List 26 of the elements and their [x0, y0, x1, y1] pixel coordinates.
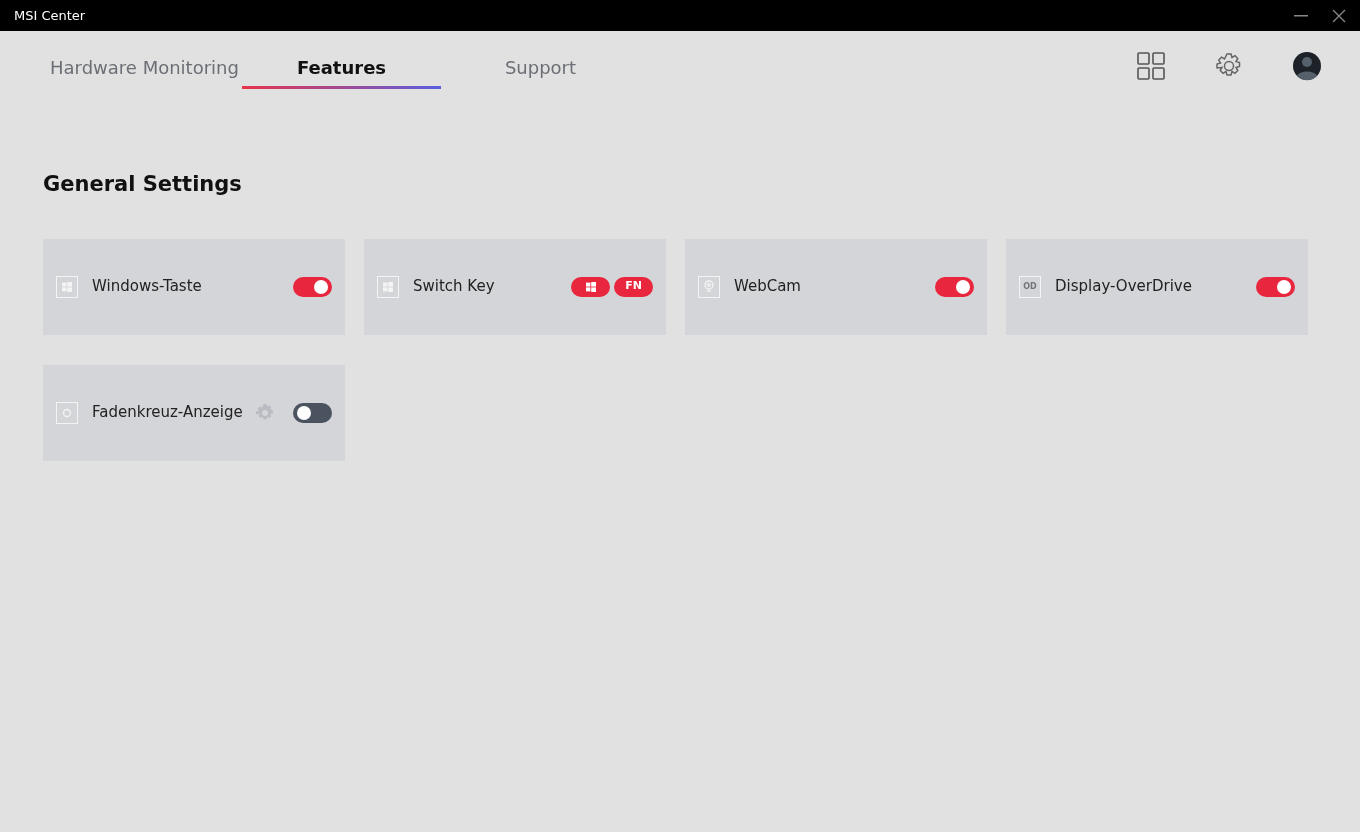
windows-icon — [56, 275, 78, 298]
fn-key-button[interactable]: FN — [614, 276, 653, 297]
toggle-switch[interactable] — [293, 402, 332, 423]
windows-icon — [585, 281, 596, 292]
section-title: General Settings — [43, 171, 243, 198]
tab[interactable]: Hardware Monitoring — [43, 45, 242, 89]
feature-label: Display-OverDrive — [1055, 276, 1193, 298]
avatar-icon[interactable] — [1292, 51, 1322, 81]
windows-key-button[interactable] — [571, 276, 610, 297]
toggle-switch[interactable] — [293, 276, 332, 297]
tab[interactable]: Support — [441, 45, 640, 89]
webcam-icon — [698, 275, 720, 298]
feature-label: Fadenkreuz-Anzeige — [92, 402, 244, 424]
close-icon[interactable] — [1332, 8, 1346, 23]
feature-label: Windows-Taste — [92, 276, 203, 298]
window-title: MSI Center — [14, 7, 86, 25]
tab[interactable]: Features — [242, 45, 441, 89]
minimize-icon[interactable] — [1294, 14, 1308, 17]
feature-label: Switch Key — [413, 276, 496, 298]
feature-label: WebCam — [734, 276, 802, 298]
toggle-switch[interactable] — [935, 276, 974, 297]
toggle-switch[interactable] — [1256, 276, 1295, 297]
od-icon: OD — [1019, 275, 1041, 298]
windows-icon — [377, 275, 399, 298]
crosshair-icon — [56, 401, 78, 424]
grid-icon[interactable] — [1136, 51, 1166, 81]
